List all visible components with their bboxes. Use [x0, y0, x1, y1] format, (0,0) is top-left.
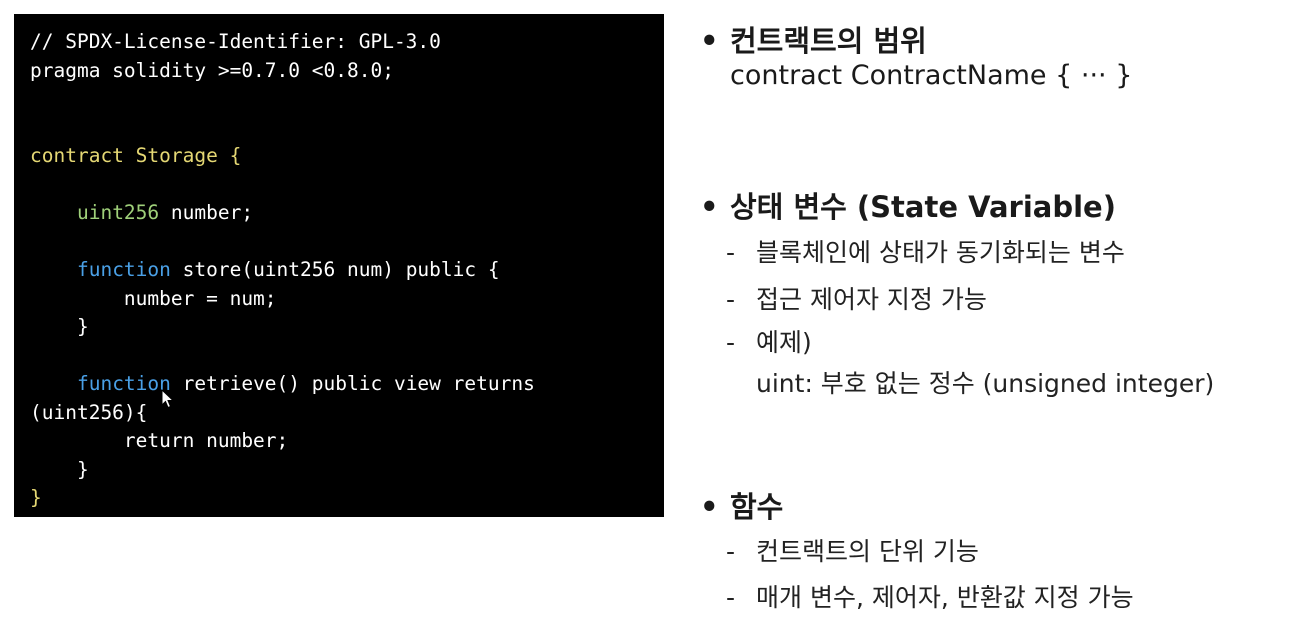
code-line: contract Storage { [30, 142, 535, 171]
mouse-cursor-icon [161, 389, 175, 409]
list-item: - 예제) [726, 328, 812, 357]
code-panel: // SPDX-License-Identifier: GPL-3.0 pragm… [14, 14, 664, 517]
bullet-icon: • [700, 490, 719, 524]
code-token: } [30, 457, 89, 481]
code-line: // SPDX-License-Identifier: GPL-3.0 [30, 28, 535, 57]
heading-text: 상태 변수 (State Variable) [730, 190, 1116, 224]
code-line: } [30, 313, 535, 342]
heading-text: 함수 [730, 490, 784, 524]
code-token: retrieve() public view returns [170, 372, 535, 395]
code-line: uint256 number; [30, 199, 535, 228]
contract-syntax: contract ContractName { ··· } [730, 60, 1133, 91]
code-token: (uint256){ [30, 400, 148, 424]
code-line: function retrieve() public view returns [30, 370, 535, 399]
heading-contract-scope: • 컨트랙트의 범위 [700, 18, 927, 60]
list-item: - 접근 제어자 지정 가능 [726, 285, 987, 314]
code-line: number = num; [30, 285, 535, 314]
list-item: - 블록체인에 상태가 동기화되는 변수 [726, 238, 1125, 267]
code-line: pragma solidity >=0.7.0 <0.8.0; [30, 57, 535, 86]
code-line: } [30, 456, 535, 485]
code-token: } [30, 315, 89, 338]
heading-state-variable: • 상태 변수 (State Variable) [700, 184, 1116, 226]
heading-function: • 함수 [700, 484, 783, 526]
list-item: - 컨트랙트의 단위 기능 [726, 537, 979, 566]
code-line: } [30, 484, 535, 513]
code-token: } [30, 486, 42, 509]
code-token: contract Storage { [30, 144, 242, 167]
code-token: function [76, 372, 171, 395]
heading-text: 컨트랙트의 범위 [730, 24, 927, 58]
code-token: return number; [30, 429, 289, 452]
code-line: function store(uint256 num) public { [30, 256, 535, 285]
list-item: - 매개 변수, 제어자, 반환값 지정 가능 [726, 583, 1134, 612]
bullet-icon: • [700, 190, 719, 224]
code-line: return number; [30, 427, 535, 456]
code-token: number = num; [30, 286, 277, 310]
code-token: store(uint256 num) public { [170, 258, 500, 281]
code-token: number; [159, 201, 254, 224]
code-token: uint256 [76, 201, 160, 224]
code-token: // SPDX-License-Identifier: GPL-3.0 [30, 30, 441, 53]
code-token: pragma solidity >=0.7.0 <0.8.0; [30, 58, 394, 82]
code-line: (uint256){ [30, 399, 535, 428]
code-token: function [76, 258, 171, 281]
example-text: uint: 부호 없는 정수 (unsigned integer) [756, 369, 1215, 398]
code-block: // SPDX-License-Identifier: GPL-3.0 pragm… [30, 28, 535, 513]
bullet-icon: • [700, 24, 719, 58]
